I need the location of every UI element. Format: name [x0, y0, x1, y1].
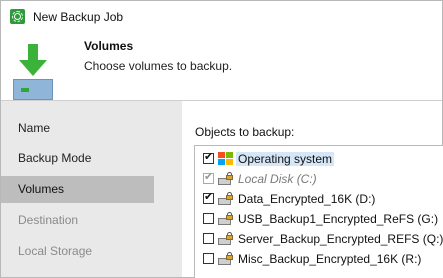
checkbox[interactable] — [203, 233, 214, 244]
sidebar-item-volumes[interactable]: Volumes — [1, 176, 154, 203]
tree-item-label: Operating system — [236, 152, 335, 166]
locked-disk-icon — [218, 212, 234, 226]
veeam-gear-icon — [10, 9, 25, 24]
tree-item-label: Local Disk (C:) — [238, 172, 317, 186]
objects-to-backup-label: Objects to backup: — [195, 125, 295, 139]
sidebar-item-local-storage: Local Storage — [18, 244, 93, 258]
locked-disk-icon — [218, 192, 234, 206]
volumes-panel: Objects to backup: ✔ Operating system ✔ — [182, 101, 443, 278]
wizard-window: New Backup Job Volumes Choose volumes to… — [0, 0, 443, 278]
checkbox[interactable]: ✔ — [203, 150, 214, 164]
tree-item-data-encrypted-d[interactable]: ✔ Data_Encrypted_16K (D:) — [201, 189, 441, 209]
window-title: New Backup Job — [33, 10, 124, 24]
sidebar-item-destination: Destination — [18, 213, 79, 227]
tree-item-usb-backup-g[interactable]: USB_Backup1_Encrypted_ReFS (G:) — [201, 209, 441, 229]
tree-item-label: Server_Backup_Encrypted_REFS (Q:) — [238, 232, 443, 246]
checkbox[interactable] — [203, 213, 214, 224]
wizard-steps-sidebar: Name Backup Mode Volumes Destination Loc… — [1, 101, 182, 277]
locked-disk-icon — [218, 252, 234, 266]
backup-download-arrow-icon — [13, 44, 55, 100]
checkbox: ✔ — [203, 170, 214, 184]
locked-disk-icon — [218, 172, 234, 186]
tree-item-operating-system[interactable]: ✔ Operating system — [201, 149, 441, 169]
sidebar-item-name[interactable]: Name — [1, 115, 154, 142]
tree-item-label: Misc_Backup_Encrypted_16K (R:) — [238, 252, 422, 266]
title-bar[interactable]: New Backup Job — [1, 1, 442, 32]
windows-icon — [218, 152, 233, 165]
tree-item-local-disk-c: ✔ Local Disk (C:) — [201, 169, 441, 189]
wizard-header: Volumes Choose volumes to backup. — [1, 32, 442, 100]
tree-item-label: USB_Backup1_Encrypted_ReFS (G:) — [238, 212, 439, 226]
tree-item-server-backup-q[interactable]: Server_Backup_Encrypted_REFS (Q:) — [201, 229, 443, 249]
checkbox[interactable] — [203, 253, 214, 264]
tree-item-misc-backup-r[interactable]: Misc_Backup_Encrypted_16K (R:) — [201, 249, 441, 269]
step-title: Volumes — [84, 39, 134, 53]
tree-item-label: Data_Encrypted_16K (D:) — [238, 192, 376, 206]
locked-disk-icon — [218, 232, 234, 246]
checkbox[interactable]: ✔ — [203, 190, 214, 204]
step-description: Choose volumes to backup. — [84, 59, 233, 73]
sidebar-item-backup-mode[interactable]: Backup Mode — [1, 145, 154, 172]
objects-tree[interactable]: ✔ Operating system ✔ Local Disk (C:) ✔ D… — [194, 145, 443, 278]
